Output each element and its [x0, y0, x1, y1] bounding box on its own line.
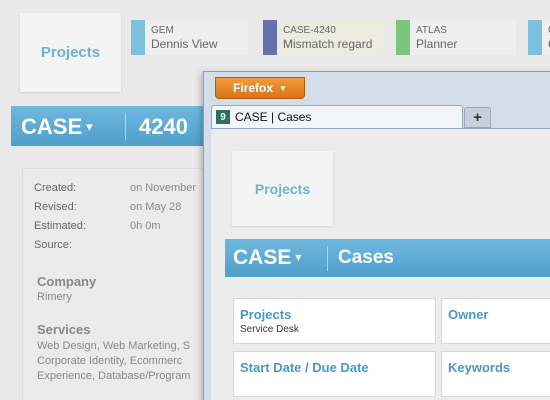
- case-number: 4240: [139, 114, 188, 139]
- browser-tab-case-cases[interactable]: 9 CASE | Cases: [211, 105, 463, 128]
- module-menu[interactable]: CASE ▾: [233, 246, 301, 270]
- site-favicon-icon: 9: [216, 110, 230, 124]
- services-line: Web Design, Web Marketing, S: [37, 340, 191, 352]
- field-label: Keywords: [448, 360, 511, 375]
- section-title: Cases: [338, 247, 394, 268]
- firefox-menu-label: Firefox: [233, 81, 274, 95]
- divider: [125, 113, 126, 140]
- services-list: Web Design, Web Marketing, S Corporate I…: [37, 339, 217, 384]
- tab-name: Planner: [416, 37, 458, 51]
- tab-partial[interactable]: C C: [528, 20, 550, 55]
- revised-value: on May 28: [130, 201, 182, 213]
- tab-code: GEM: [151, 25, 174, 36]
- owner-filter[interactable]: Owner: [441, 298, 550, 344]
- field-label: Start Date / Due Date: [240, 360, 369, 375]
- caret-down-icon: ▾: [86, 119, 93, 134]
- tab-case-4240[interactable]: CASE-4240 Mismatch regard: [263, 20, 383, 55]
- services-label: Services: [37, 322, 91, 337]
- module-label: CASE: [233, 246, 292, 269]
- created-value: on November: [130, 182, 197, 194]
- tab-name: Dennis View: [151, 37, 218, 51]
- case-details-panel: Created: on November Revised: on May 28 …: [22, 168, 222, 400]
- keywords-filter[interactable]: Keywords: [441, 351, 550, 397]
- dates-filter[interactable]: Start Date / Due Date: [233, 351, 436, 397]
- tab-code: CASE-4240: [283, 25, 336, 36]
- new-tab-button[interactable]: +: [464, 107, 491, 128]
- module-menu[interactable]: CASE ▾: [21, 114, 93, 140]
- created-label: Created:: [34, 182, 77, 194]
- browser-content: Projects CASE ▾ Cases Projects Service De…: [211, 128, 550, 400]
- field-value: Service Desk: [240, 324, 299, 335]
- projects-tile[interactable]: Projects: [20, 13, 121, 92]
- projects-filter[interactable]: Projects Service Desk: [233, 298, 436, 344]
- firefox-menu-button[interactable]: Firefox ▼: [215, 77, 305, 99]
- projects-tile[interactable]: Projects: [232, 151, 333, 226]
- estimated-value: 0h 0m: [130, 220, 161, 232]
- plus-icon: +: [473, 109, 482, 126]
- cases-header-bar: CASE ▾ Cases: [225, 239, 550, 277]
- tab-title: CASE | Cases: [235, 110, 312, 124]
- company-value: Rimery: [37, 291, 72, 303]
- estimated-label: Estimated:: [34, 220, 86, 232]
- tab-code: ATLAS: [416, 25, 447, 36]
- field-label: Projects: [240, 307, 292, 322]
- revised-label: Revised:: [34, 201, 77, 213]
- caret-down-icon: ▾: [295, 250, 302, 264]
- dropdown-arrow-icon: ▼: [279, 83, 287, 93]
- module-label: CASE: [21, 114, 83, 139]
- tab-gem[interactable]: GEM Dennis View: [131, 20, 248, 55]
- field-label: Owner: [448, 307, 489, 322]
- services-line: Corporate Identity, Ecommerc: [37, 355, 183, 367]
- services-line: Experience, Database/Program: [37, 370, 191, 382]
- source-label: Source:: [34, 239, 72, 251]
- firefox-window: Firefox ▼ 9 CASE | Cases + Projects CASE…: [203, 71, 550, 400]
- divider: [327, 246, 328, 271]
- tab-atlas[interactable]: ATLAS Planner: [396, 20, 516, 55]
- company-label: Company: [37, 274, 97, 289]
- tab-name: Mismatch regard: [283, 37, 373, 51]
